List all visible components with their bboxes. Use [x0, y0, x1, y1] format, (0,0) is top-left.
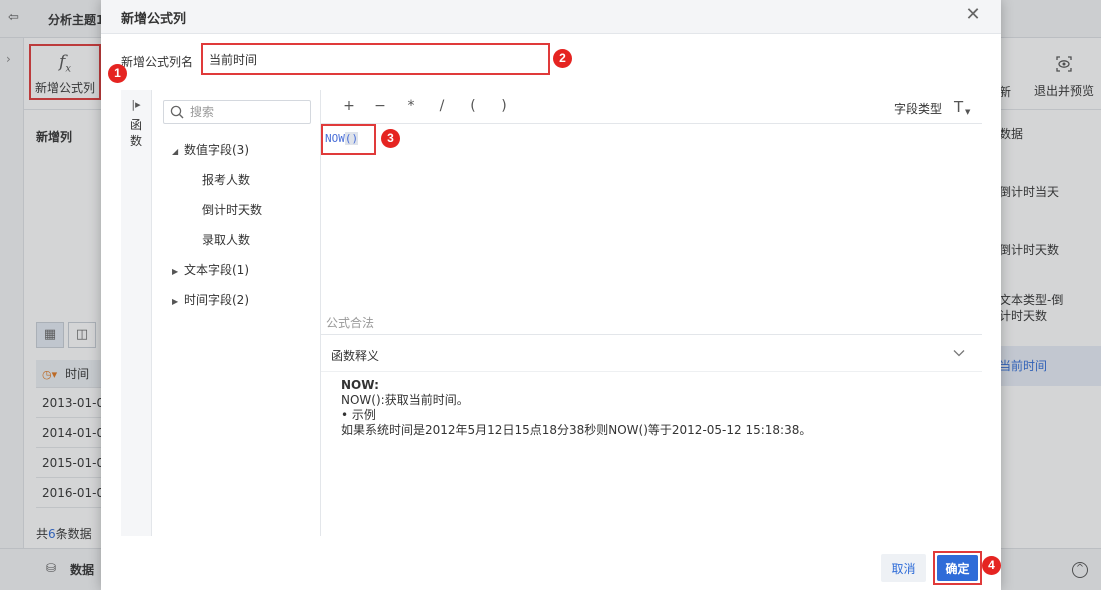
- caret-right-icon: ▶: [172, 297, 179, 306]
- tree-node-text[interactable]: ▶ 文本字段(1): [172, 261, 249, 278]
- annotation-badge-2: 2: [553, 49, 572, 68]
- field-panel: ◢数值字段(3) 报考人数 倒计时天数 录取人数 ▶文本字段(1) ▶时间字段(…: [152, 90, 321, 536]
- dialog-header: 新增公式列 ✕: [101, 0, 1001, 34]
- annotation-badge-3: 3: [381, 129, 400, 148]
- dialog-title: 新增公式列: [121, 12, 187, 27]
- field-item[interactable]: 报考人数: [202, 171, 250, 188]
- formula-content[interactable]: NOW(): [325, 132, 359, 145]
- caret-right-icon: ▶: [172, 267, 179, 276]
- field-item[interactable]: 倒计时天数: [202, 201, 262, 218]
- caret-down-icon: ◢: [172, 147, 179, 156]
- formula-validity: 公式合法: [326, 316, 375, 330]
- caret-down-icon: ▼: [965, 108, 971, 116]
- annotation-badge-1: 1: [108, 64, 127, 83]
- field-type-label: 字段类型: [894, 102, 943, 116]
- column-name-input[interactable]: [201, 43, 550, 75]
- minus-operator-button[interactable]: −: [372, 98, 388, 114]
- right-paren-button[interactable]: ): [496, 98, 512, 114]
- add-formula-column-dialog: 新增公式列 ✕ 新增公式列名 |▸ 函数 ◢数值字段(3) 报考人数 倒计时天数…: [101, 0, 1001, 590]
- confirm-button[interactable]: 确定: [937, 555, 978, 581]
- function-explanation: NOW: NOW():获取当前时间。 • 示例 如果系统时间是2012年5月12…: [341, 378, 812, 437]
- confirm-button-highlight: 确定: [933, 551, 982, 585]
- function-explanation-header[interactable]: 函数释义: [321, 334, 982, 372]
- operator-bar: + − * / ( ) 字段类型 T ▼: [321, 90, 982, 124]
- column-name-label: 新增公式列名: [121, 55, 194, 69]
- tree-node-numeric[interactable]: ◢ 数值字段(3): [172, 141, 249, 158]
- formula-editor: + − * / ( ) 字段类型 T ▼ NOW() 公式合法 函数释义 NOW:…: [321, 90, 982, 536]
- search-input[interactable]: [190, 103, 308, 121]
- field-search: [163, 100, 311, 124]
- text-type-icon[interactable]: T ▼: [954, 98, 974, 116]
- expand-functions-icon: |▸: [131, 98, 141, 111]
- multiply-operator-button[interactable]: *: [403, 98, 419, 114]
- function-tab[interactable]: |▸ 函数: [121, 90, 152, 536]
- dialog-footer: 取消 确定: [101, 536, 1001, 590]
- cancel-button[interactable]: 取消: [881, 554, 926, 582]
- left-paren-button[interactable]: (: [465, 98, 481, 114]
- divide-operator-button[interactable]: /: [434, 98, 450, 114]
- tree-node-time[interactable]: ▶ 时间字段(2): [172, 291, 249, 308]
- field-item[interactable]: 录取人数: [202, 231, 250, 248]
- annotation-badge-4: 4: [982, 556, 1001, 575]
- close-icon[interactable]: ✕: [963, 5, 983, 25]
- chevron-down-icon: [953, 350, 965, 357]
- search-icon: [170, 105, 184, 119]
- plus-operator-button[interactable]: +: [341, 98, 357, 114]
